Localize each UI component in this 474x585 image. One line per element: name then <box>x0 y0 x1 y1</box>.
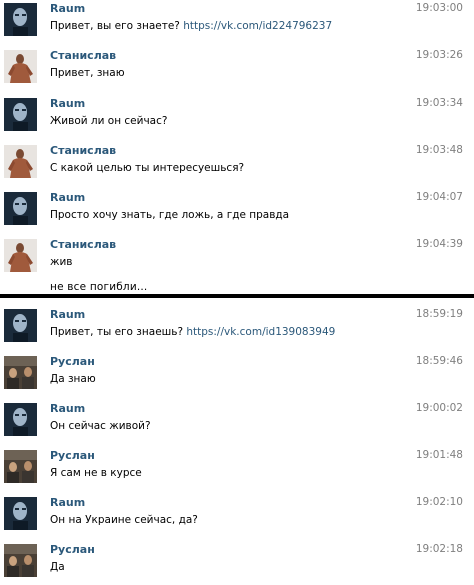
message-row: Raum 19:00:02 Он сейчас живой? <box>0 400 474 440</box>
author-name[interactable]: Станислав <box>50 144 116 157</box>
message-text: Привет, вы его знаете? https://vk.com/id… <box>50 20 332 32</box>
message-row: Raum 19:03:34 Живой ли он сейчас? <box>0 95 474 135</box>
message-time: 19:03:26 <box>415 49 463 61</box>
author-name[interactable]: Руслан <box>50 355 95 368</box>
message-row: Руслан 19:01:48 Я сам не в курсе <box>0 447 474 487</box>
ruslan-avatar[interactable] <box>4 544 37 577</box>
message-row: Raum 19:03:00 Привет, вы его знаете? htt… <box>0 0 474 40</box>
message-row: Руслан 18:59:46 Да знаю <box>0 353 474 393</box>
author-name[interactable]: Raum <box>50 402 85 415</box>
message-time: 18:59:19 <box>415 308 463 320</box>
author-name[interactable]: Raum <box>50 2 85 15</box>
raum-avatar[interactable] <box>4 403 37 436</box>
message-time: 19:01:48 <box>415 449 463 461</box>
raum-avatar[interactable] <box>4 309 37 342</box>
message-text: Да знаю <box>50 373 96 385</box>
ruslan-avatar[interactable] <box>4 450 37 483</box>
author-name[interactable]: Raum <box>50 191 85 204</box>
author-name[interactable]: Станислав <box>50 49 116 62</box>
message-text: Он сейчас живой? <box>50 420 151 432</box>
message-text-body: Привет, ты его знаешь? <box>50 326 184 338</box>
message-text: Привет, знаю <box>50 67 125 79</box>
conversation-divider <box>0 294 474 298</box>
stanislav-avatar[interactable] <box>4 239 37 272</box>
ruslan-avatar[interactable] <box>4 356 37 389</box>
raum-avatar[interactable] <box>4 98 37 131</box>
author-name[interactable]: Raum <box>50 308 85 321</box>
message-time: 19:04:39 <box>415 238 463 250</box>
message-text: Он на Украине сейчас, да? <box>50 514 198 526</box>
message-text: Живой ли он сейчас? <box>50 115 168 127</box>
message-row: Raum 18:59:19 Привет, ты его знаешь? htt… <box>0 306 474 346</box>
message-text-body: Привет, вы его знаете? <box>50 20 180 32</box>
author-name[interactable]: Raum <box>50 496 85 509</box>
author-name[interactable]: Руслан <box>50 543 95 556</box>
message-text: жив <box>50 256 73 268</box>
message-text: С какой целью ты интересуешься? <box>50 162 245 174</box>
message-row: Станислав 19:03:48 С какой целью ты инте… <box>0 142 474 182</box>
profile-link[interactable]: https://vk.com/id139083949 <box>186 326 335 338</box>
message-row: Руслан 19:02:18 Да <box>0 541 474 581</box>
message-text: Я сам не в курсе <box>50 467 142 479</box>
message-row: Raum 19:04:07 Просто хочу знать, где лож… <box>0 189 474 229</box>
message-time: 19:03:00 <box>415 2 463 14</box>
message-time: 18:59:46 <box>415 355 463 367</box>
raum-avatar[interactable] <box>4 497 37 530</box>
message-text: Привет, ты его знаешь? https://vk.com/id… <box>50 326 335 338</box>
message-text: Да <box>50 561 65 573</box>
message-row: Станислав 19:03:26 Привет, знаю <box>0 47 474 87</box>
message-time: 19:00:02 <box>415 402 463 414</box>
message-time: 19:04:07 <box>415 191 463 203</box>
stanislav-avatar[interactable] <box>4 145 37 178</box>
profile-link[interactable]: https://vk.com/id224796237 <box>183 20 332 32</box>
raum-avatar[interactable] <box>4 3 37 36</box>
author-name[interactable]: Raum <box>50 97 85 110</box>
raum-avatar[interactable] <box>4 192 37 225</box>
author-name[interactable]: Станислав <box>50 238 116 251</box>
message-time: 19:03:34 <box>415 97 463 109</box>
message-extra-text: не все погибли... <box>50 281 148 293</box>
message-time: 19:03:48 <box>415 144 463 156</box>
message-row: Станислав 19:04:39 жив не все погибли... <box>0 236 474 293</box>
message-row: Raum 19:02:10 Он на Украине сейчас, да? <box>0 494 474 534</box>
message-time: 19:02:10 <box>415 496 463 508</box>
stanislav-avatar[interactable] <box>4 50 37 83</box>
author-name[interactable]: Руслан <box>50 449 95 462</box>
message-time: 19:02:18 <box>415 543 463 555</box>
message-text: Просто хочу знать, где ложь, а где правд… <box>50 209 290 221</box>
